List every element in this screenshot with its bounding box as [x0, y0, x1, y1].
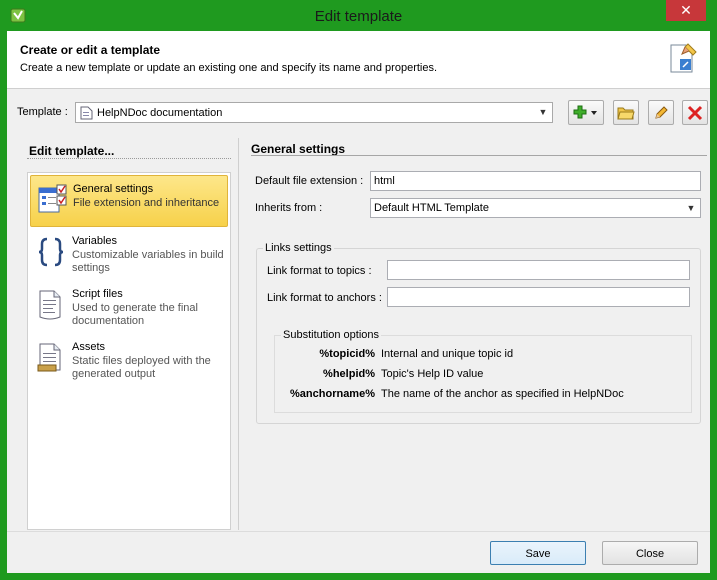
link-anchors-label: Link format to anchors : [267, 292, 382, 304]
nav-item-desc: Customizable variables in build settings [72, 249, 224, 274]
inherits-from-label: Inherits from : [255, 202, 323, 214]
chevron-down-icon[interactable]: ▼ [685, 201, 697, 216]
edit-document-icon [670, 43, 697, 73]
links-settings-caption: Links settings [263, 242, 334, 254]
open-folder-button[interactable] [613, 100, 639, 125]
section-list: General settings File extension and inhe… [27, 172, 231, 530]
add-icon [573, 105, 597, 118]
template-selector-row: Template : HelpNDoc documentation ▼ [17, 100, 708, 126]
template-combobox-value: HelpNDoc documentation [97, 107, 223, 119]
substitution-code: %helpid% [323, 368, 375, 380]
left-panel-divider [27, 158, 231, 159]
nav-item-desc: File extension and inheritance [73, 197, 220, 209]
left-panel-title: Edit template... [29, 144, 115, 158]
delete-x-icon [687, 105, 703, 120]
link-anchors-input[interactable] [387, 287, 690, 307]
pencil-icon [655, 105, 668, 119]
link-topics-input[interactable] [387, 260, 690, 280]
inherits-from-value: Default HTML Template [374, 202, 489, 214]
assets-icon [37, 343, 61, 372]
dialog-footer: Save Close [7, 531, 710, 573]
title-bar[interactable]: Edit template ✕ [7, 0, 710, 31]
chevron-down-icon[interactable]: ▼ [537, 105, 549, 120]
left-panel: Edit template... General settings File e… [21, 138, 235, 530]
substitution-code: %topicid% [319, 348, 375, 360]
delete-button[interactable] [682, 100, 708, 125]
substitution-caption: Substitution options [281, 329, 382, 341]
default-extension-input[interactable] [370, 171, 701, 191]
nav-item-desc: Static files deployed with the generated… [72, 355, 211, 380]
template-combobox[interactable]: HelpNDoc documentation ▼ [75, 102, 553, 123]
substitution-desc: The name of the anchor as specified in H… [381, 388, 624, 400]
links-settings-group: Links settings Link format to topics : L… [256, 242, 701, 424]
substitution-code: %anchorname% [290, 388, 375, 400]
nav-item-name: General settings [73, 183, 154, 195]
edit-template-dialog: Edit template ✕ Create or edit a templat… [0, 0, 717, 580]
template-label: Template : [17, 106, 68, 118]
general-settings-divider [251, 155, 707, 156]
document-icon [80, 106, 93, 120]
header-title: Create or edit a template [20, 43, 161, 57]
script-file-icon [39, 290, 61, 320]
nav-item-script-files[interactable]: Script files Used to generate the final … [30, 281, 228, 333]
nav-item-name: Variables [72, 235, 118, 247]
dialog-header: Create or edit a template Create a new t… [7, 31, 710, 89]
add-template-button[interactable] [568, 100, 604, 125]
substitution-row: %topicid% Internal and unique topic id [275, 348, 693, 362]
window-close-button[interactable]: ✕ [666, 0, 706, 21]
inherits-from-combobox[interactable]: Default HTML Template ▼ [370, 198, 701, 218]
nav-item-variables[interactable]: Variables Customizable variables in buil… [30, 228, 228, 280]
general-settings-title: General settings [251, 142, 346, 156]
link-topics-label: Link format to topics : [267, 265, 372, 277]
braces-icon [38, 237, 64, 267]
nav-item-general-settings[interactable]: General settings File extension and inhe… [30, 175, 228, 227]
window-title: Edit template [314, 8, 403, 25]
nav-item-assets[interactable]: Assets Static files deployed with the ge… [30, 334, 228, 386]
substitution-row: %anchorname% The name of the anchor as s… [275, 388, 693, 402]
nav-item-name: Assets [72, 341, 106, 353]
substitution-options-group: Substitution options %topicid% Internal … [274, 329, 693, 413]
panel-splitter[interactable] [238, 138, 239, 530]
save-button[interactable]: Save [490, 541, 586, 565]
general-settings-panel: General settings Default file extension … [251, 138, 709, 530]
close-button[interactable]: Close [602, 541, 698, 565]
nav-item-name: Script files [72, 288, 123, 300]
default-extension-label: Default file extension : [255, 175, 364, 187]
substitution-desc: Topic's Help ID value [381, 368, 484, 380]
settings-window-icon [38, 184, 67, 213]
header-description: Create a new template or update an exist… [20, 62, 438, 74]
rename-button[interactable] [648, 100, 674, 125]
nav-item-desc: Used to generate the final documentation [72, 302, 198, 327]
substitution-desc: Internal and unique topic id [381, 348, 514, 360]
substitution-row: %helpid% Topic's Help ID value [275, 368, 693, 382]
folder-icon [617, 107, 635, 119]
